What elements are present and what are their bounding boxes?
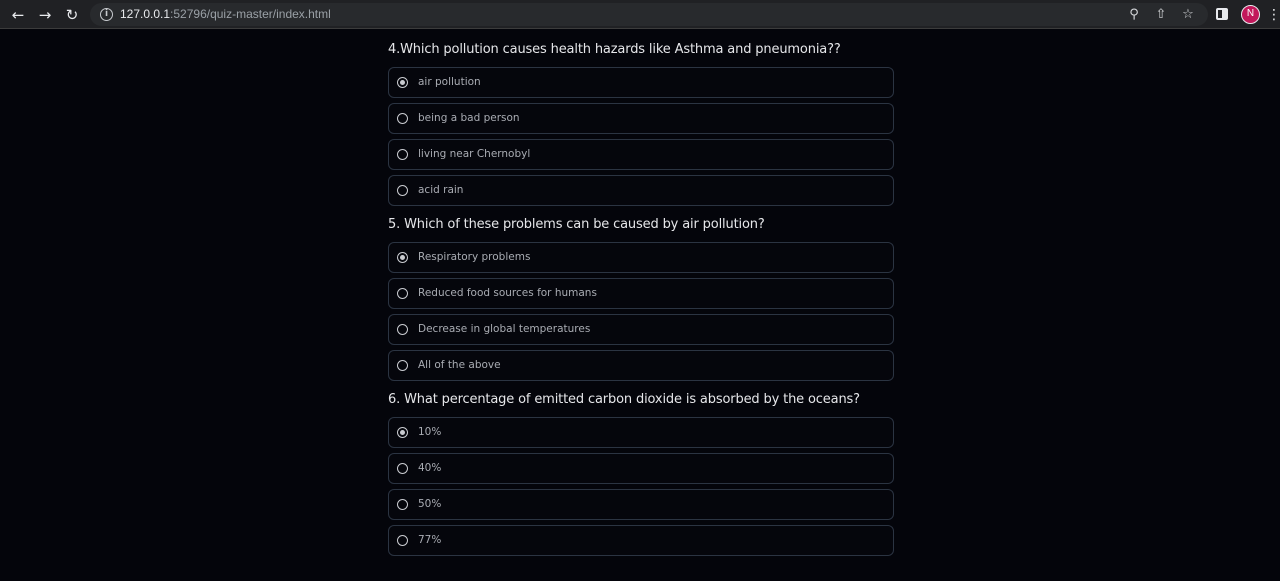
radio-button[interactable] — [397, 149, 408, 160]
question-block: 4.Which pollution causes health hazards … — [388, 41, 894, 206]
radio-button[interactable] — [397, 113, 408, 124]
option-label: living near Chernobyl — [418, 148, 531, 160]
browser-toolbar: ← → ↻ i 127.0.0.1:52796/quiz-master/inde… — [0, 0, 1280, 29]
info-icon[interactable]: i — [100, 8, 113, 21]
question-text: 6. What percentage of emitted carbon dio… — [388, 392, 860, 407]
radio-button[interactable] — [397, 427, 408, 438]
question-text: 5. Which of these problems can be caused… — [388, 217, 765, 232]
options-list: 10% 40% 50% 77% — [388, 417, 894, 556]
url-host: 127.0.0.1 — [120, 7, 171, 21]
option-item[interactable]: 77% — [388, 525, 894, 556]
option-label: 40% — [418, 462, 442, 474]
share-icon[interactable]: ⇧ — [1151, 5, 1171, 25]
option-item[interactable]: living near Chernobyl — [388, 139, 894, 170]
url-text[interactable]: 127.0.0.1:52796/quiz-master/index.html — [120, 7, 331, 21]
radio-button[interactable] — [397, 288, 408, 299]
question-block: 5. Which of these problems can be caused… — [388, 216, 894, 381]
radio-button[interactable] — [397, 360, 408, 371]
option-item[interactable]: Respiratory problems — [388, 242, 894, 273]
radio-button[interactable] — [397, 252, 408, 263]
radio-button[interactable] — [397, 535, 408, 546]
quiz-container: 4.Which pollution causes health hazards … — [388, 41, 894, 561]
option-label: air pollution — [418, 76, 481, 88]
bookmark-star-icon[interactable]: ☆ — [1178, 5, 1198, 25]
option-label: 50% — [418, 498, 442, 510]
option-item[interactable]: All of the above — [388, 350, 894, 381]
radio-button[interactable] — [397, 463, 408, 474]
option-label: Respiratory problems — [418, 251, 531, 263]
option-label: being a bad person — [418, 112, 520, 124]
url-path: :52796/quiz-master/index.html — [170, 7, 331, 21]
menu-icon[interactable]: ⋮ — [1267, 4, 1280, 26]
option-item[interactable]: Decrease in global temperatures — [388, 314, 894, 345]
options-list: Respiratory problems Reduced food source… — [388, 242, 894, 381]
option-item[interactable]: air pollution — [388, 67, 894, 98]
question-block: 6. What percentage of emitted carbon dio… — [388, 391, 894, 556]
radio-button[interactable] — [397, 77, 408, 88]
question-text: 4.Which pollution causes health hazards … — [388, 42, 841, 57]
reload-icon[interactable]: ↻ — [61, 4, 83, 26]
forward-arrow-icon[interactable]: → — [34, 4, 56, 26]
option-label: 10% — [418, 426, 442, 438]
radio-button[interactable] — [397, 499, 408, 510]
option-label: Decrease in global temperatures — [418, 323, 591, 335]
side-panel-icon[interactable] — [1216, 8, 1228, 20]
option-item[interactable]: acid rain — [388, 175, 894, 206]
option-item[interactable]: Reduced food sources for humans — [388, 278, 894, 309]
option-label: Reduced food sources for humans — [418, 287, 597, 299]
radio-button[interactable] — [397, 185, 408, 196]
address-bar[interactable]: i 127.0.0.1:52796/quiz-master/index.html… — [90, 3, 1208, 26]
option-item[interactable]: 10% — [388, 417, 894, 448]
option-item[interactable]: 50% — [388, 489, 894, 520]
back-arrow-icon[interactable]: ← — [7, 4, 29, 26]
radio-button[interactable] — [397, 324, 408, 335]
option-item[interactable]: being a bad person — [388, 103, 894, 134]
option-label: acid rain — [418, 184, 464, 196]
option-label: All of the above — [418, 359, 501, 371]
options-list: air pollution being a bad person living … — [388, 67, 894, 206]
zoom-icon[interactable]: ⚲ — [1124, 5, 1144, 25]
option-label: 77% — [418, 534, 442, 546]
option-item[interactable]: 40% — [388, 453, 894, 484]
profile-avatar[interactable]: N — [1241, 5, 1260, 24]
